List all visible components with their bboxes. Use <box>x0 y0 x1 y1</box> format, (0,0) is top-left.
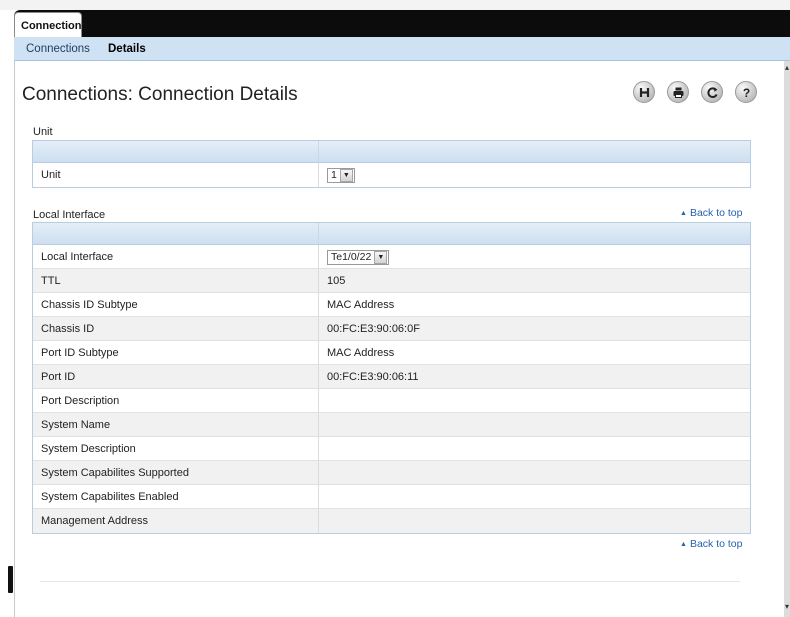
tab-bar <box>14 10 790 37</box>
table-row: TTL 105 <box>33 269 750 293</box>
back-to-top-link[interactable]: ▲ Back to top <box>680 207 742 219</box>
table-row: Port ID Subtype MAC Address <box>33 341 750 365</box>
subnav-details-link[interactable]: Details <box>108 43 146 55</box>
vertical-scrollbar[interactable] <box>784 61 790 617</box>
svg-text:?: ? <box>742 86 749 99</box>
table-row: Port ID 00:FC:E3:90:06:11 <box>33 365 750 389</box>
table-row: Local Interface Te1/0/22 ▼ <box>33 245 750 269</box>
row-value: MAC Address <box>327 299 395 311</box>
save-button[interactable] <box>633 81 655 103</box>
row-value <box>319 509 750 533</box>
back-to-top-text: Back to top <box>689 538 743 550</box>
local-interface-table: Local Interface Te1/0/22 ▼ TTL 105 Chass… <box>32 222 751 534</box>
table-row: Chassis ID 00:FC:E3:90:06:0F <box>33 317 750 341</box>
help-button[interactable]: ? <box>735 81 757 103</box>
print-button[interactable] <box>667 81 689 103</box>
local-interface-row-label: Local Interface <box>33 245 319 268</box>
unit-select-value: 1 <box>331 169 337 181</box>
row-label: System Name <box>33 413 319 436</box>
refresh-icon <box>706 86 718 98</box>
row-value: 105 <box>327 275 346 287</box>
triangle-up-icon: ▲ <box>680 210 687 217</box>
triangle-up-icon: ▲ <box>680 541 687 548</box>
row-value: 00:FC:E3:90:06:11 <box>327 371 419 383</box>
table-row: Port Description <box>33 389 750 413</box>
back-to-top-link-bottom[interactable]: ▲ Back to top <box>680 538 742 550</box>
table-row: System Name <box>33 413 750 437</box>
save-icon <box>639 87 649 97</box>
unit-section-label: Unit <box>33 126 53 138</box>
unit-select[interactable]: 1 ▼ <box>327 167 355 183</box>
table-row: System Capabilites Supported <box>33 461 750 485</box>
left-edge-marker <box>8 566 13 593</box>
row-label: Chassis ID <box>33 317 319 340</box>
row-value <box>319 389 750 412</box>
row-label: System Capabilites Enabled <box>33 485 319 508</box>
table-row: Chassis ID Subtype MAC Address <box>33 293 750 317</box>
local-interface-section-label: Local Interface <box>33 209 106 221</box>
sub-navigation: Connections Details <box>14 37 790 61</box>
row-value: 00:FC:E3:90:06:0F <box>327 323 420 335</box>
row-value <box>319 461 750 484</box>
scroll-up-arrow-icon[interactable]: ▴ <box>784 63 790 73</box>
window-top-strip <box>0 0 790 10</box>
row-label: Port ID <box>33 365 319 388</box>
local-interface-select-value: Te1/0/22 <box>331 251 372 263</box>
local-interface-table-header <box>33 223 750 245</box>
table-row: Unit 1 ▼ <box>33 163 750 187</box>
row-value <box>319 437 750 460</box>
row-label: System Description <box>33 437 319 460</box>
row-label: Port ID Subtype <box>33 341 319 364</box>
tab-connections[interactable]: Connections <box>14 12 88 39</box>
row-label: Chassis ID Subtype <box>33 293 319 316</box>
table-row: System Description <box>33 437 750 461</box>
row-label: Management Address <box>33 509 319 533</box>
back-to-top-text: Back to top <box>689 207 743 219</box>
subnav-connections-link[interactable]: Connections <box>26 43 90 55</box>
row-label: Port Description <box>33 389 319 412</box>
row-label: TTL <box>33 269 319 292</box>
row-value: MAC Address <box>327 347 395 359</box>
page-title: Connections: Connection Details <box>22 84 298 105</box>
chevron-down-icon: ▼ <box>374 250 388 264</box>
local-interface-select[interactable]: Te1/0/22 ▼ <box>327 249 390 265</box>
unit-table: Unit 1 ▼ <box>32 140 751 188</box>
unit-table-header <box>33 141 750 163</box>
help-icon: ? <box>742 86 749 99</box>
row-value <box>319 485 750 508</box>
divider <box>40 581 740 582</box>
unit-row-label: Unit <box>33 163 319 187</box>
print-icon <box>673 87 683 98</box>
page: Connections Connections Details ▴ ▾ Conn… <box>0 0 790 617</box>
scroll-down-arrow-icon[interactable]: ▾ <box>784 602 790 612</box>
row-value <box>319 413 750 436</box>
row-label: System Capabilites Supported <box>33 461 319 484</box>
chevron-down-icon: ▼ <box>339 168 353 182</box>
table-row: Management Address <box>33 509 750 533</box>
table-row: System Capabilites Enabled <box>33 485 750 509</box>
refresh-button[interactable] <box>701 81 723 103</box>
